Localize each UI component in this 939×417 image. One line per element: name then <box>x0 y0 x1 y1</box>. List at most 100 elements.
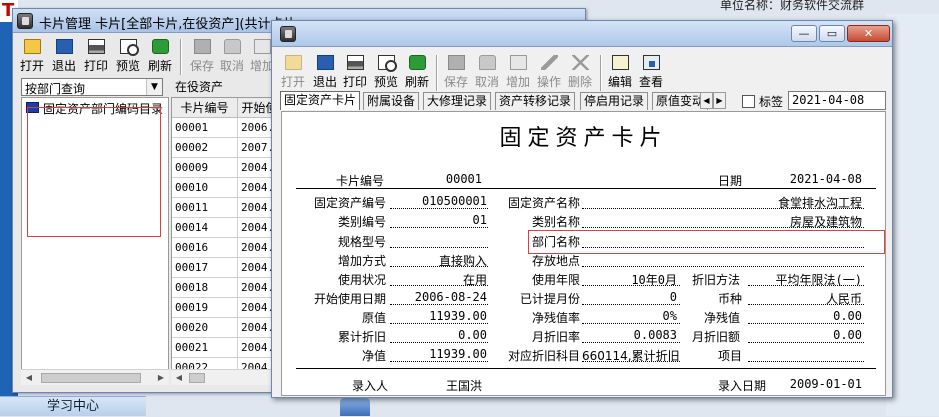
salvage-rate-label: 净残值率 <box>532 311 581 325</box>
monthly-rate-label: 月折旧率 <box>532 330 581 344</box>
refresh-button[interactable]: 刷新 <box>402 51 432 95</box>
save-button[interactable]: 保存 <box>441 51 471 95</box>
tab-overhaul[interactable]: 大修理记录 <box>423 92 492 110</box>
tab-transfer[interactable]: 资产转移记录 <box>495 92 576 110</box>
scroll-right-icon[interactable]: ▶ <box>713 92 726 109</box>
scroll-thumb[interactable] <box>189 373 205 383</box>
net-value: 11939.00 <box>429 347 487 361</box>
scroll-left-icon[interactable]: ◀ <box>172 371 186 385</box>
use-status-label: 使用状况 <box>338 273 387 287</box>
dept-query-select[interactable]: 按部门查询 ▼ <box>21 78 163 96</box>
table-row[interactable]: 00018 2004. <box>172 278 280 298</box>
toolbar-separator <box>436 55 438 91</box>
card-management-title: 卡片管理 卡片[全部卡片,在役资产](共计卡片 <box>39 17 297 32</box>
view-icon <box>643 55 660 70</box>
salvage-value: 0.00 <box>833 309 862 323</box>
date-input[interactable]: 2021-04-08 <box>788 91 886 110</box>
tab-scroller: ◀ ▶ <box>700 92 726 109</box>
operate-button[interactable]: 操作 <box>534 51 564 95</box>
cancel-button[interactable]: 取消 <box>472 51 502 95</box>
tab-asset-card[interactable]: 固定资产卡片 <box>280 91 361 110</box>
salvage-rate-value: 0% <box>662 309 677 323</box>
table-row[interactable]: 00016 2004. <box>172 238 280 258</box>
edit-icon <box>612 55 629 70</box>
preview-button[interactable]: 预览 <box>371 51 401 95</box>
tag-label: 标签 <box>759 95 784 109</box>
asset-name-label: 固定资产名称 <box>508 196 581 210</box>
open-icon <box>24 39 41 54</box>
exit-button[interactable]: 退出 <box>49 35 79 79</box>
add-button[interactable]: 增加 <box>503 51 533 95</box>
cell-card-no: 00010 <box>172 178 238 198</box>
card-divider <box>296 188 876 189</box>
table-row[interactable]: 00021 2004. <box>172 338 280 358</box>
scroll-right-icon[interactable]: ▶ <box>154 371 168 385</box>
refresh-button[interactable]: 刷新 <box>145 35 175 79</box>
table-row[interactable]: 00011 2004. <box>172 198 280 218</box>
table-row[interactable]: 00009 2004. <box>172 158 280 178</box>
tree-horizontal-scrollbar[interactable]: ◀ ▶ <box>21 369 169 385</box>
grid-horizontal-scrollbar[interactable]: ◀ <box>171 369 281 385</box>
cancel-button[interactable]: 取消 <box>217 35 247 79</box>
open-button[interactable]: 打开 <box>278 51 308 95</box>
entered-by-label: 录入人 <box>352 379 389 393</box>
study-center-button[interactable]: 学习中心 <box>0 396 146 416</box>
app-icon <box>280 26 296 42</box>
preview-button[interactable]: 预览 <box>113 35 143 79</box>
preview-icon <box>378 55 397 72</box>
asset-code-value: 010500001 <box>421 194 487 208</box>
add-icon <box>510 55 527 70</box>
asset-code-label: 固定资产编号 <box>314 196 387 210</box>
table-row[interactable]: 00014 2004. <box>172 218 280 238</box>
asset-card-titlebar[interactable]: — ▭ ✕ <box>272 21 892 47</box>
asset-card: 固定资产卡片 卡片编号 00001 日期 2021-04-08 固定资产编号 0… <box>281 111 886 396</box>
scroll-left-icon[interactable]: ◀ <box>22 371 36 385</box>
table-row[interactable]: 00010 2004. <box>172 178 280 198</box>
category-name-label: 类别名称 <box>532 215 581 229</box>
scroll-thumb[interactable] <box>41 373 141 383</box>
cell-card-no: 00019 <box>172 298 238 318</box>
table-row[interactable]: 00001 2006. <box>172 118 280 138</box>
exit-icon <box>317 55 334 70</box>
cell-card-no: 00016 <box>172 238 238 258</box>
delete-icon <box>572 55 589 70</box>
tab-stop-start[interactable]: 停启用记录 <box>580 92 649 110</box>
print-button[interactable]: 打印 <box>340 51 370 95</box>
currency-label: 币种 <box>718 292 743 306</box>
print-button[interactable]: 打印 <box>81 35 111 79</box>
months-label: 已计提月份 <box>520 292 581 306</box>
preview-icon <box>120 39 139 56</box>
category-code-value: 01 <box>472 213 487 227</box>
table-row[interactable]: 00017 2004. <box>172 258 280 278</box>
dept-label: 部门名称 <box>532 235 581 249</box>
tab-accessories[interactable]: 附属设备 <box>363 92 420 110</box>
table-row[interactable]: 00020 2004. <box>172 318 280 338</box>
exit-button[interactable]: 退出 <box>310 51 340 95</box>
scroll-left-icon[interactable]: ◀ <box>700 92 713 109</box>
exit-icon <box>56 39 73 54</box>
column-header-card-no[interactable]: 卡片编号 <box>172 98 238 118</box>
view-button[interactable]: 查看 <box>636 51 666 95</box>
refresh-icon <box>409 55 426 70</box>
open-icon <box>285 55 302 70</box>
original-label: 原值 <box>362 311 387 325</box>
open-button[interactable]: 打开 <box>17 35 47 79</box>
start-date-label: 开始使用日期 <box>314 292 387 306</box>
delete-button[interactable]: 删除 <box>565 51 595 95</box>
edit-button[interactable]: 编辑 <box>605 51 635 95</box>
recycle-bin-icon[interactable] <box>340 398 370 416</box>
minimize-button[interactable]: — <box>791 25 817 42</box>
chevron-down-icon[interactable]: ▼ <box>146 79 162 95</box>
date-value: 2021-04-08 <box>789 172 862 186</box>
monthly-amount-value: 0.00 <box>833 328 862 342</box>
add-method-label: 增加方式 <box>338 254 387 268</box>
table-row[interactable]: 00002 2007. <box>172 138 280 158</box>
maximize-button[interactable]: ▭ <box>819 25 845 42</box>
life-label: 使用年限 <box>532 273 581 287</box>
close-button[interactable]: ✕ <box>847 25 890 42</box>
operate-icon <box>541 55 558 70</box>
save-button[interactable]: 保存 <box>187 35 217 79</box>
table-row[interactable]: 00019 2004. <box>172 298 280 318</box>
toolbar-separator <box>180 39 182 75</box>
tag-checkbox[interactable] <box>742 95 755 108</box>
